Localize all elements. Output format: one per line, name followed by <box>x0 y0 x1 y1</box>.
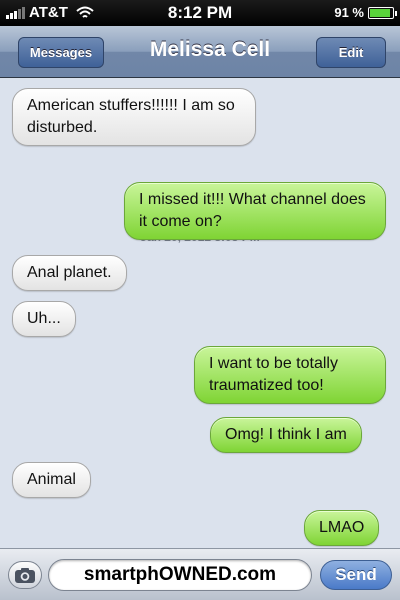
message-input-value: smartphOWNED.com <box>83 564 277 585</box>
message-input[interactable]: smartphOWNED.com <box>48 559 312 591</box>
conversation-title: Melissa Cell <box>149 38 271 61</box>
message-text: Anal planet. <box>27 264 112 281</box>
edit-button[interactable]: Edit <box>316 37 386 68</box>
battery-fill <box>370 8 391 17</box>
message-bubble-outgoing[interactable]: Omg! I think I am <box>210 417 362 453</box>
battery-icon <box>368 6 397 19</box>
send-button[interactable]: Send <box>320 560 392 590</box>
camera-icon <box>15 567 35 583</box>
edit-button-label: Edit <box>338 45 364 60</box>
send-button-label: Send <box>335 565 377 584</box>
message-bubble-incoming[interactable]: American stuffers!!!!!! I am so disturbe… <box>12 88 256 146</box>
status-right: 91 % <box>334 5 397 20</box>
message-bubble-outgoing[interactable]: I want to be totally traumatized too! <box>194 346 386 404</box>
message-bubble-outgoing[interactable]: LMAO <box>304 510 380 546</box>
back-button-label: Messages <box>29 45 93 60</box>
message-text: Omg! I think I am <box>225 426 347 443</box>
back-button[interactable]: Messages <box>18 37 104 68</box>
message-text: Uh... <box>27 310 61 327</box>
message-text: I missed it!!! What channel does it come… <box>139 191 366 230</box>
status-bar: AT&T 8:12 PM 91 % <box>0 0 400 26</box>
message-text: I want to be totally traumatized too! <box>209 355 338 394</box>
message-bubble-incoming[interactable]: Anal planet. <box>12 255 127 291</box>
camera-button[interactable] <box>8 561 42 589</box>
nav-bar: Messages Melissa Cell Edit <box>0 26 400 78</box>
message-bubble-incoming[interactable]: Animal <box>12 462 91 498</box>
message-thread[interactable]: American stuffers!!!!!! I am so disturbe… <box>0 78 400 548</box>
message-text: LMAO <box>319 519 365 536</box>
message-bubble-incoming[interactable]: Uh... <box>12 301 76 337</box>
message-bubble-outgoing[interactable]: I missed it!!! What channel does it come… <box>124 182 386 240</box>
message-text: Animal <box>27 471 76 488</box>
message-text: American stuffers!!!!!! I am so disturbe… <box>27 97 235 136</box>
compose-bar: smartphOWNED.com Send <box>0 548 400 600</box>
battery-percent: 91 % <box>334 5 364 20</box>
